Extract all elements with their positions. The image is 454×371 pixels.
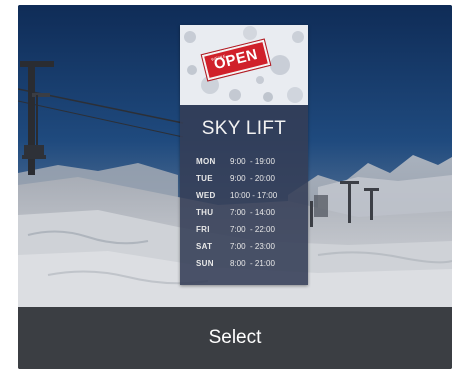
hours-row-mon: MON 9:00 - 19:00 <box>196 153 302 170</box>
lift-title: SKY LIFT <box>201 118 287 139</box>
time-range: 7:00 - 23:00 <box>230 242 275 251</box>
day-label: FRI <box>196 225 210 234</box>
time-range: 7:00 - 14:00 <box>230 208 275 217</box>
hours-row-tue: TUE 9:00 - 20:00 <box>196 170 302 187</box>
day-label: WED <box>196 191 216 200</box>
time-range: 7:00 - 22:00 <box>230 225 275 234</box>
hours-row-sun: SUN 8:00 - 21:00 <box>196 255 302 272</box>
day-label: THU <box>196 208 214 217</box>
select-button[interactable]: Select <box>18 307 452 369</box>
opening-hours-list: MON 9:00 - 19:00 TUE 9:00 - 20:00 WED 10… <box>196 153 302 272</box>
hours-row-sat: SAT 7:00 - 23:00 <box>196 238 302 255</box>
time-range: 9:00 - 19:00 <box>230 157 275 166</box>
day-label: SUN <box>196 259 214 268</box>
hours-row-wed: WED 10:00 - 17:00 <box>196 187 302 204</box>
lift-card[interactable]: WE'RE OPEN SKY LIFT MON 9:00 - 19:00 TUE… <box>18 5 452 369</box>
hours-row-thu: THU 7:00 - 14:00 <box>196 204 302 221</box>
snow-header-image: WE'RE OPEN <box>180 25 308 105</box>
hours-row-fri: FRI 7:00 - 22:00 <box>196 221 302 238</box>
day-label: SAT <box>196 242 213 251</box>
sky-lift-poster: WE'RE OPEN SKY LIFT MON 9:00 - 19:00 TUE… <box>180 25 308 285</box>
time-range: 8:00 - 21:00 <box>230 259 275 268</box>
time-range: 9:00 - 20:00 <box>230 174 275 183</box>
day-label: MON <box>196 157 216 166</box>
time-range: 10:00 - 17:00 <box>230 191 278 200</box>
day-label: TUE <box>196 174 213 183</box>
